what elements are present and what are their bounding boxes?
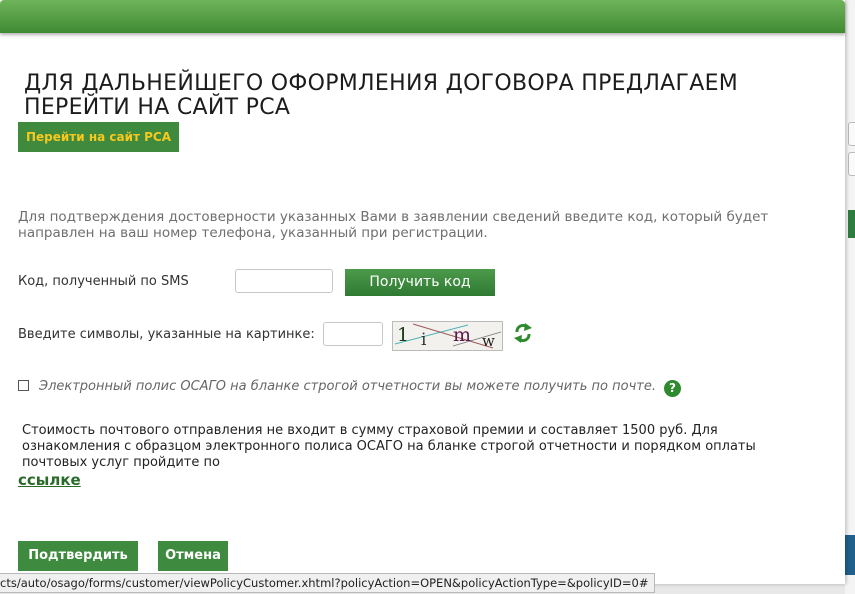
background-bar [845, 535, 855, 575]
refresh-icon[interactable] [513, 322, 533, 344]
background-page-edge [845, 0, 855, 594]
background-control [848, 122, 855, 146]
paper-policy-label: Электронный полис ОСАГО на бланке строго… [39, 379, 656, 394]
captcha-char: i [421, 330, 427, 350]
captcha-char: m [453, 324, 472, 346]
captcha-char: w [482, 332, 495, 350]
sample-policy-link[interactable]: ссылке [18, 471, 81, 489]
captcha-char: 1 [397, 324, 410, 346]
browser-status-bar: cts/auto/osago/forms/customer/viewPolicy… [0, 573, 656, 593]
modal-header [0, 0, 845, 33]
paper-policy-checkbox[interactable] [18, 380, 29, 391]
go-to-rsa-button[interactable]: Перейти на сайт РСА [18, 122, 179, 152]
confirm-button[interactable]: Подтвердить [18, 541, 138, 571]
background-control [848, 152, 855, 176]
get-code-button[interactable]: Получить код [345, 269, 495, 296]
cancel-button[interactable]: Отмена [158, 541, 228, 571]
sms-code-label: Код, полученный по SMS [18, 274, 189, 289]
background-bar [848, 210, 855, 238]
modal-dialog: ДЛЯ ДАЛЬНЕЙШЕГО ОФОРМЛЕНИЯ ДОГОВОРА ПРЕД… [0, 0, 845, 584]
modal-title: ДЛЯ ДАЛЬНЕЙШЕГО ОФОРМЛЕНИЯ ДОГОВОРА ПРЕД… [24, 71, 739, 120]
captcha-label: Введите символы, указанные на картинке: [18, 327, 315, 342]
captcha-input[interactable] [323, 322, 383, 346]
postal-cost-info: Стоимость почтового отправления не входи… [22, 423, 756, 470]
confirmation-instructions: Для подтверждения достоверности указанны… [18, 209, 769, 241]
sms-code-input[interactable] [235, 269, 333, 293]
captcha-image: 1 i m w [392, 321, 503, 351]
help-icon[interactable]: ? [664, 380, 681, 397]
